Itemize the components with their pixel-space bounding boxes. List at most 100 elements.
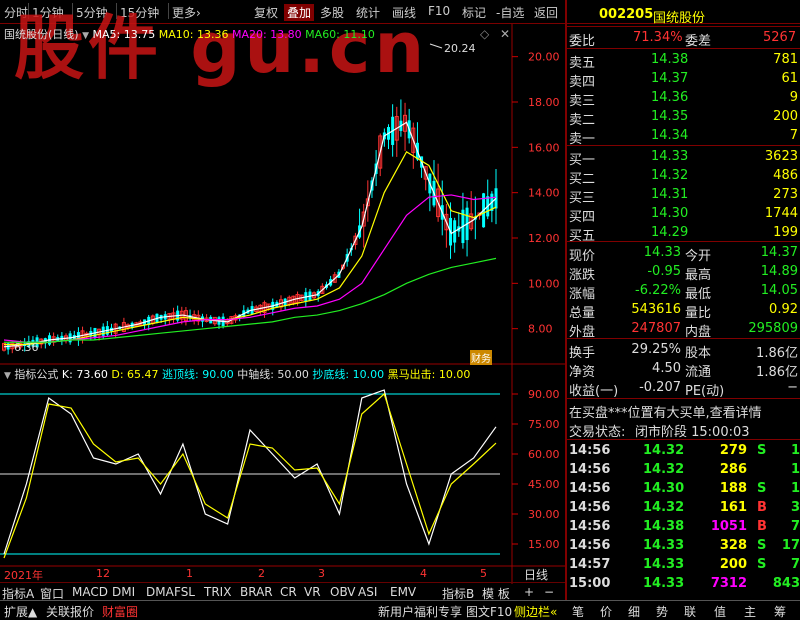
indicator-tab[interactable]: ASI [358,585,377,599]
bid-label: 买二 [569,172,596,187]
stat-row: 涨幅 -6.22% 最低 14.05 [567,282,800,302]
f10-graphic-button[interactable]: 图文F10 [466,603,512,620]
stat-value: 247807 [631,321,681,336]
settings-diamond-icon[interactable]: ◇ [480,27,489,41]
low-price-label: 6.36 [14,341,39,354]
price-tick-label: 18.00 [528,96,560,109]
bid-volume: 199 [773,225,798,240]
chevron-down-icon[interactable]: ▼ [4,371,11,381]
tick-volume: 286 [719,462,747,477]
tick-count: 1 [790,481,800,496]
stat-row: 收益(一) -0.207 PE(动) − [567,379,800,399]
indicator-tab[interactable]: VR [304,585,321,599]
finance-tag[interactable]: 财务 [470,350,492,365]
ask-price: 14.35 [651,109,689,124]
ask-row[interactable]: 卖二 14.35 200 [567,108,800,128]
d-value: D: 65.47 [111,368,159,381]
tick-price: 14.33 [643,538,685,553]
big-order-notice[interactable]: 在买盘***位置有大买单,查看详情 [569,402,762,421]
ask-price: 14.38 [651,52,689,67]
ask-volume: 61 [781,71,798,86]
tick-row: 14:57 14.33 200 S 7 [567,556,800,575]
indicator-tab[interactable]: OBV [330,585,356,599]
kline-chart[interactable]: 20.00 18.00 16.00 14.00 12.00 10.00 8.00 90.00 7… [0,24,565,600]
indicator-tab[interactable]: CR [280,585,297,599]
tick-side: S [757,557,767,572]
bid-price: 14.31 [651,187,689,202]
indicator-tab[interactable]: + [524,585,534,599]
sidebar-toggle[interactable]: 侧边栏« [514,603,557,620]
add-watchlist-button[interactable]: -自选 [496,4,524,21]
f10-button[interactable]: F10 [428,4,450,18]
tick-side: S [757,481,767,496]
bid-price: 14.33 [651,149,689,164]
indicator-tab[interactable]: DMI [112,585,135,599]
stock-code: 002205 [599,7,654,22]
related-quote-tab[interactable]: 关联报价 [46,603,94,620]
trade-status-value: 闭市阶段 15:00:03 [635,425,750,440]
tab-lian[interactable]: 联 [684,603,696,620]
wealth-circle-tab[interactable]: 财富圈 [102,603,138,620]
ma20-label: MA20: 13.80 [231,28,302,41]
bid-row[interactable]: 买二 14.32 486 [567,167,800,187]
ask-row[interactable]: 卖一 14.34 7 [567,127,800,147]
ask-row[interactable]: 卖三 14.36 9 [567,89,800,109]
indicator-tab[interactable]: FSL [174,585,195,599]
tick-price: 14.32 [643,500,685,515]
ask-row[interactable]: 卖五 14.38 781 [567,51,800,71]
tab-jia[interactable]: 价 [600,603,612,620]
indicator-tab[interactable]: DMA [146,585,174,599]
indicator-tab[interactable]: MACD [72,585,108,599]
tab-bi[interactable]: 笔 [572,603,584,620]
bid-row[interactable]: 买三 14.31 273 [567,186,800,206]
indicator-tab[interactable]: TRIX [204,585,231,599]
stat-label: 流通 [685,365,712,380]
price-tick-label: 14.00 [528,187,560,200]
tab-shi[interactable]: 势 [656,603,668,620]
indicator-tab[interactable]: − [544,585,554,599]
tab-zhi[interactable]: 值 [714,603,726,620]
stat-row: 净资 4.50 流通 1.86亿 [567,360,800,380]
indicator-tab[interactable]: EMV [390,585,416,599]
stat-value: 1.86亿 [756,365,798,380]
stat-value: 14.37 [760,245,798,260]
stat-label: 股本 [685,346,712,361]
tick-price: 14.32 [643,462,685,477]
bid-row[interactable]: 买一 14.33 3623 [567,148,800,168]
bottom-line-value: 抄底线: 10.00 [312,368,385,381]
date-axis: 2021年 12 1 2 3 4 5 日线 [0,566,565,582]
back-button[interactable]: 返回 [534,4,558,21]
tab-zhu[interactable]: 主 [744,603,756,620]
indicator-tab[interactable]: BRAR [240,585,273,599]
tick-side: B [757,519,767,534]
chevron-down-icon[interactable]: ▼ [82,31,89,41]
stat-label: 总量 [569,306,596,321]
ask-row[interactable]: 卖四 14.37 61 [567,70,800,90]
tick-price: 14.33 [643,557,685,572]
ask-label: 卖四 [569,75,596,90]
tab-chou[interactable]: 筹 [774,603,786,620]
price-tick-label: 8.00 [528,323,553,336]
period-label[interactable]: 日线 [524,566,548,583]
bid-row[interactable]: 买四 14.30 1744 [567,205,800,225]
date-tick: 1 [186,567,193,580]
tick-count: 843 [772,576,800,591]
tick-time: 14:56 [569,462,611,477]
tick-count: 7 [790,557,800,572]
tab-xi[interactable]: 细 [628,603,640,620]
new-user-promo[interactable]: 新用户福利专享 [378,603,462,620]
k-value: K: 73.60 [61,368,108,381]
price-tick-label: 16.00 [528,141,560,154]
mark-button[interactable]: 标记 [462,4,486,21]
weicha-value: 5267 [763,30,797,45]
ask-price: 14.34 [651,128,689,143]
tick-row: 14:56 14.32 286 1 [567,461,800,480]
tick-time: 14:57 [569,557,611,572]
close-icon[interactable]: ✕ [500,27,510,41]
indicator-name[interactable]: 指标公式 [14,368,58,381]
tick-side: S [757,443,767,458]
price-tick-label: 12.00 [528,232,560,245]
tick-row: 14:56 14.38 1051 B 7 [567,518,800,537]
ind-tick-label: 75.00 [528,418,560,431]
expand-button[interactable]: 扩展▲ [4,603,37,620]
